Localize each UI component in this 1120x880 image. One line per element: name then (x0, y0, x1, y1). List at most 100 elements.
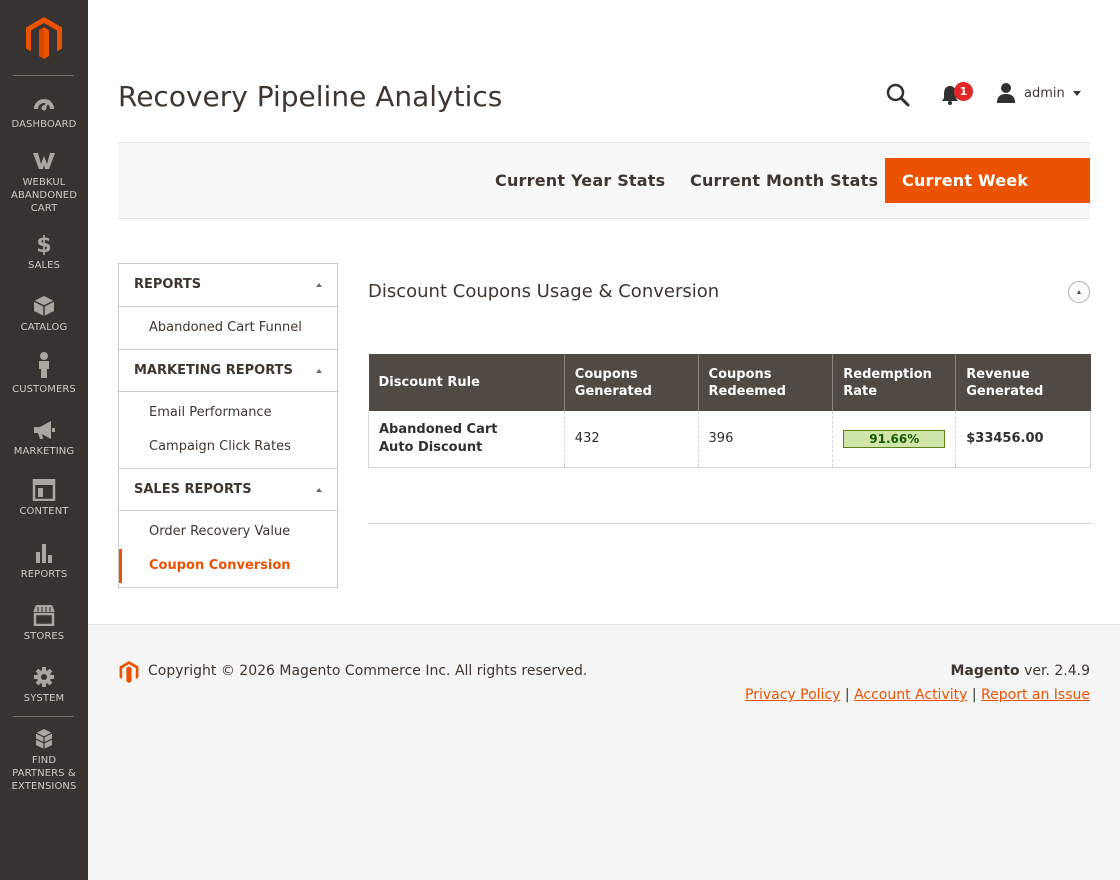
section-title: Discount Coupons Usage & Conversion (368, 281, 720, 302)
reports-side-menu: REPORTS Abandoned Cart Funnel MARKETING … (118, 263, 338, 588)
user-icon (995, 82, 1017, 104)
redemption-rate-bar: 91.66% (843, 429, 946, 448)
nav-customers[interactable]: CUSTOMERS (0, 351, 88, 396)
nav-system[interactable]: SYSTEM (0, 666, 88, 705)
bar-chart-icon (32, 542, 56, 564)
column-header-text: Coupons Redeemed (708, 366, 786, 399)
footer-brand: Magento (950, 663, 1020, 679)
svg-text:$: $ (36, 233, 51, 255)
menu-section-title: MARKETING REPORTS (134, 363, 293, 378)
search-icon[interactable] (885, 82, 911, 108)
nav-customers-label: CUSTOMERS (12, 384, 76, 395)
sidebar-divider (13, 716, 74, 717)
megaphone-icon (32, 419, 56, 441)
menu-list-marketing: Email Performance Campaign Click Rates (119, 392, 337, 468)
user-account-menu[interactable]: admin (995, 82, 1081, 104)
dollar-icon: $ (32, 233, 56, 258)
menu-list-reports: Abandoned Cart Funnel (119, 307, 337, 349)
footer-copyright: Copyright © 2026 Magento Commerce Inc. A… (148, 663, 588, 679)
table-header-row: Discount Rule Coupons Generated Coupons … (368, 354, 1091, 411)
footer-links: Privacy Policy | Account Activity | Repo… (745, 687, 1090, 703)
magento-logo-icon[interactable] (24, 17, 64, 59)
stats-tab-bar: Current Year Stats Current Month Stats C… (118, 142, 1090, 235)
collapse-arrow-icon (316, 369, 322, 373)
nav-system-label: SYSTEM (23, 693, 65, 704)
cell-redemption-rate: 91.66% (832, 411, 957, 468)
footer-version-number: ver. 2.4.9 (1019, 663, 1090, 679)
cell-coupons-generated: 432 (564, 411, 699, 468)
section-collapse-toggle[interactable] (1068, 281, 1090, 303)
user-name: admin (1024, 85, 1065, 101)
nav-marketing[interactable]: MARKETING (0, 419, 88, 458)
account-activity-link[interactable]: Account Activity (854, 687, 967, 703)
coupon-conversion-table: Discount Rule Coupons Generated Coupons … (368, 354, 1091, 468)
column-header-discount-rule: Discount Rule (368, 354, 565, 411)
notification-count-badge[interactable]: 1 (954, 82, 973, 101)
menu-section-reports[interactable]: REPORTS (119, 264, 337, 307)
menu-section-title: SALES REPORTS (134, 482, 252, 497)
footer-link-separator: | (971, 687, 982, 703)
column-header-text: Redemption Rate (843, 366, 932, 399)
section-divider (368, 523, 1091, 524)
tab-current-year-stats[interactable]: Current Year Stats (478, 158, 682, 203)
menu-item-campaign-click-rates[interactable]: Campaign Click Rates (119, 430, 337, 464)
menu-item-email-performance[interactable]: Email Performance (119, 396, 337, 430)
nav-content-label: CONTENT (19, 506, 69, 517)
table-row: Abandoned Cart Auto Discount 432 396 91.… (368, 411, 1091, 468)
nav-dashboard-label: DASHBOARD (11, 119, 77, 130)
collapse-arrow-icon (316, 283, 322, 287)
cell-discount-rule: Abandoned Cart Auto Discount (368, 411, 565, 468)
column-header-redemption-rate: Redemption Rate (832, 354, 957, 411)
menu-list-sales: Order Recovery Value Coupon Conversion (119, 511, 337, 587)
nav-webkul-label: WEBKUL ABANDONED CART (11, 177, 77, 214)
nav-reports[interactable]: REPORTS (0, 542, 88, 581)
nav-stores-label: STORES (23, 631, 65, 642)
nav-reports-label: REPORTS (20, 569, 68, 580)
cubes-icon (32, 728, 56, 750)
cell-coupons-redeemed: 396 (698, 411, 834, 468)
column-header-coupons-redeemed: Coupons Redeemed (698, 354, 834, 411)
nav-stores[interactable]: STORES (0, 604, 88, 643)
box-icon (32, 295, 56, 317)
footer-version: Magento ver. 2.4.9 (950, 663, 1090, 679)
privacy-policy-link[interactable]: Privacy Policy (745, 687, 840, 703)
menu-item-coupon-conversion[interactable]: Coupon Conversion (119, 549, 337, 583)
column-header-coupons-generated: Coupons Generated (564, 354, 699, 411)
nav-find-partners[interactable]: FIND PARTNERS & EXTENSIONS (0, 728, 88, 793)
nav-content[interactable]: CONTENT (0, 478, 88, 518)
footer-link-separator: | (844, 687, 855, 703)
page-footer: Copyright © 2026 Magento Commerce Inc. A… (88, 624, 1120, 880)
tab-current-week-stats[interactable]: Current Week Stats (885, 158, 1090, 235)
nav-catalog[interactable]: CATALOG (0, 295, 88, 334)
column-header-text: Revenue Generated (966, 366, 1044, 399)
nav-sales[interactable]: $ SALES (0, 233, 88, 272)
dashboard-icon (32, 92, 56, 114)
sidebar-divider (13, 75, 74, 76)
cell-text: Abandoned Cart Auto Discount (379, 421, 498, 455)
nav-dashboard[interactable]: DASHBOARD (0, 92, 88, 131)
menu-section-sales-reports[interactable]: SALES REPORTS (119, 468, 337, 511)
menu-item-abandoned-cart-funnel[interactable]: Abandoned Cart Funnel (119, 311, 337, 345)
cell-revenue-generated: $33456.00 (955, 411, 1091, 468)
nav-marketing-label: MARKETING (13, 446, 75, 457)
collapse-arrow-icon (316, 488, 322, 492)
nav-webkul-abandoned-cart[interactable]: WEBKUL ABANDONED CART (0, 150, 88, 215)
admin-sidebar: DASHBOARD WEBKUL ABANDONED CART $ SALES … (0, 0, 88, 880)
report-an-issue-link[interactable]: Report an Issue (981, 687, 1090, 703)
menu-section-marketing-reports[interactable]: MARKETING REPORTS (119, 349, 337, 392)
menu-section-title: REPORTS (134, 277, 202, 292)
gear-icon (32, 666, 56, 688)
store-icon (32, 604, 56, 627)
nav-find-partners-label: FIND PARTNERS & EXTENSIONS (11, 755, 77, 792)
nav-catalog-label: CATALOG (20, 322, 68, 333)
nav-sales-label: SALES (27, 260, 61, 271)
column-header-revenue-generated: Revenue Generated (955, 354, 1091, 411)
menu-item-order-recovery-value[interactable]: Order Recovery Value (119, 515, 337, 549)
column-header-text: Coupons Generated (574, 366, 652, 399)
magento-footer-logo-icon (118, 661, 140, 683)
chevron-down-icon (1072, 90, 1081, 96)
person-icon (32, 351, 56, 379)
page-title: Recovery Pipeline Analytics (118, 80, 503, 113)
tab-current-month-stats[interactable]: Current Month Stats (673, 158, 895, 203)
webkul-icon (32, 150, 56, 172)
